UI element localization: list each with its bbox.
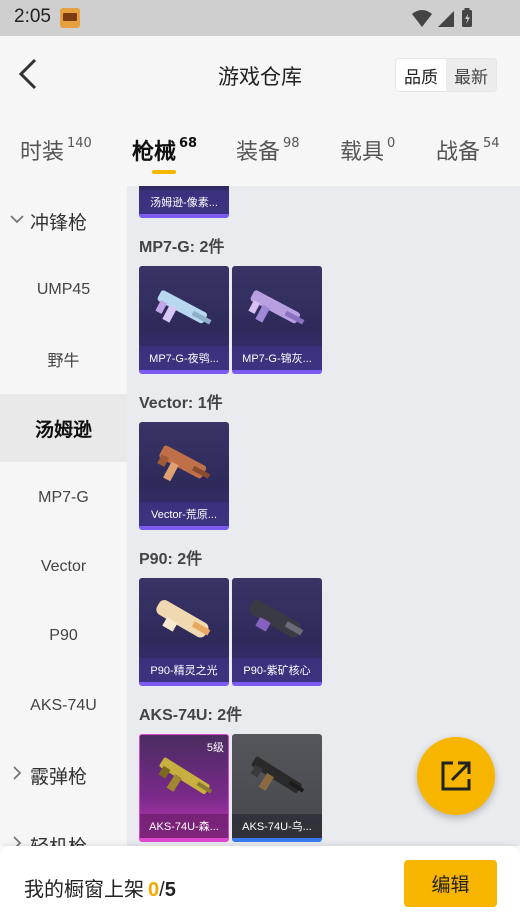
edit-button[interactable]: 编辑 [404,860,497,907]
tab-equipment[interactable]: 装备 98 [236,134,300,166]
sidebar-group-label: 冲锋枪 [30,211,88,234]
tab-supplies[interactable]: 战备 54 [436,134,500,166]
share-button[interactable] [417,737,495,815]
weapon-card[interactable]: 汤姆逊-像素... [139,186,229,218]
showcase-label: 我的橱窗上架 [24,877,144,901]
weapon-skin-image [249,600,304,638]
section-title: P90: 2件 [139,551,203,568]
weapon-skin-image [156,600,211,638]
weapon-card-name: MP7-G-锦灰... [232,346,322,370]
weapon-card[interactable]: P90-紫矿核心 [232,578,322,686]
chevron-down-icon [10,215,24,224]
section-title: AKS-74U: 2件 [139,707,243,724]
sidebar-item-ump45[interactable]: UMP45 [0,256,127,324]
sidebar-group-smg[interactable]: 冲锋枪 [0,196,127,246]
status-icons [412,8,472,27]
tab-fashion[interactable]: 时装 140 [20,134,92,166]
tab-label: 战备 [436,140,481,165]
sidebar-item-thompson[interactable]: 汤姆逊 [0,394,127,462]
sidebar-group-label: 轻机枪 [30,832,87,847]
sidebar-item-vector[interactable]: Vector [0,533,127,601]
weapon-card[interactable]: 5级 AKS-74U-森... [139,734,229,842]
tab-vehicles[interactable]: 载具 0 [340,134,395,166]
sidebar-group-label: 霰弹枪 [30,765,88,788]
bottom-bar: 我的橱窗上架 0 / 5 编辑 [0,846,520,924]
sidebar-item-aks74u[interactable]: AKS-74U [0,672,127,740]
weapon-card-name: P90-精灵之光 [139,658,229,682]
category-tabs: 时装 140 枪械 68 装备 98 载具 0 战备 54 [0,114,520,186]
showcase-max: 5 [164,879,176,901]
tab-label: 装备 [236,140,281,165]
status-bar: 2:05 [0,0,520,36]
sidebar-item-bison[interactable]: 野牛 [0,325,127,393]
weapon-card-name: AKS-74U-乌... [232,814,322,838]
tab-count: 54 [483,136,500,151]
showcase-status: 我的橱窗上架 0 / 5 [24,873,176,902]
tab-label: 时装 [20,140,65,165]
tab-count: 140 [67,136,92,151]
chevron-right-icon [13,836,22,846]
tab-firearms[interactable]: 枪械 68 [132,134,197,166]
sort-quality[interactable]: 品质 [396,59,446,91]
tab-label: 载具 [340,140,385,165]
sidebar: 冲锋枪 UMP45 野牛 汤姆逊 MP7-G Vector P90 AKS-74… [0,186,127,846]
weapon-card[interactable]: P90-精灵之光 [139,578,229,686]
weapon-card-name: AKS-74U-森... [140,814,228,838]
showcase-count: 0 [148,879,160,901]
weapon-card[interactable]: AKS-74U-乌... [232,734,322,842]
signal-icon [438,11,454,27]
weapon-card-name: 汤姆逊-像素... [139,190,229,214]
section-title: MP7-G: 2件 [139,239,225,256]
weapon-card[interactable]: Vector-荒原... [139,422,229,530]
weapon-skin-image [248,290,305,325]
tab-count: 68 [179,136,198,151]
app-icon [60,8,80,28]
status-time: 2:05 [14,6,51,27]
weapon-skin-image [250,756,305,794]
weapon-card-name: Vector-荒原... [139,502,229,526]
weapon-card-name: MP7-G-夜鸮... [139,346,229,370]
active-tab-indicator [152,170,176,174]
chevron-right-icon [13,766,22,780]
sort-latest[interactable]: 最新 [446,59,496,91]
share-icon [441,761,471,791]
weapon-card[interactable]: MP7-G-锦灰... [232,266,322,374]
tab-count: 98 [283,136,300,151]
sidebar-group-lmg[interactable]: 轻机枪 [0,820,127,846]
weapon-skin-image [158,757,213,795]
sidebar-group-shotgun[interactable]: 霰弹枪 [0,750,127,800]
tab-count: 0 [387,136,396,151]
sidebar-item-p90[interactable]: P90 [0,602,127,670]
sidebar-item-mp7g[interactable]: MP7-G [0,464,127,532]
header: 游戏仓库 品质 最新 [0,36,520,114]
weapon-card[interactable]: MP7-G-夜鸮... [139,266,229,374]
wifi-icon [412,10,432,27]
sort-toggle: 品质 最新 [395,58,497,92]
weapon-skin-image [157,445,211,482]
weapon-card-name: P90-紫矿核心 [232,658,322,682]
weapon-skin-image [155,290,212,325]
tab-label: 枪械 [132,140,177,165]
section-title: Vector: 1件 [139,395,223,412]
